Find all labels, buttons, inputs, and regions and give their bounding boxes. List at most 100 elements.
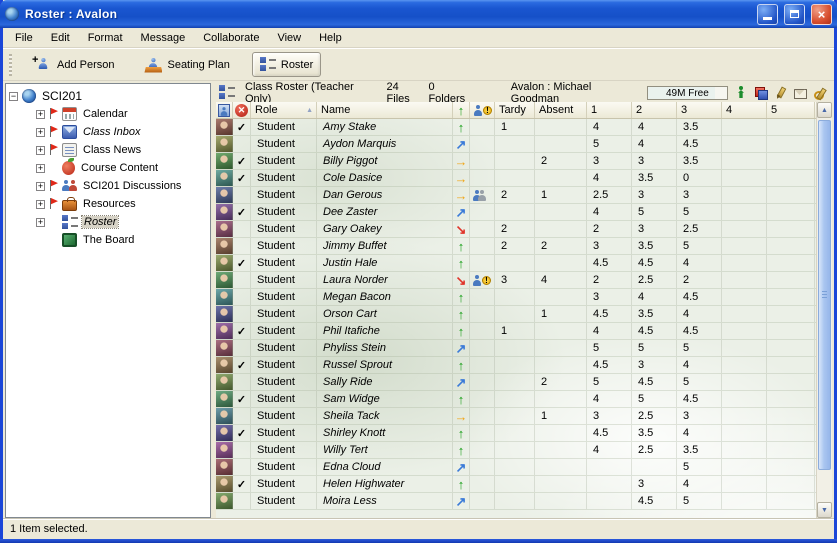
trend-right-icon: → — [455, 172, 468, 185]
table-row[interactable]: StudentDan Gerous→212.533 — [216, 187, 816, 204]
tree-item-sci201[interactable]: −SCI201 — [6, 87, 210, 105]
table-row[interactable]: ✓StudentDee Zaster↗455 — [216, 204, 816, 221]
table-row[interactable]: StudentEdna Cloud↗5 — [216, 459, 816, 476]
column-period-3[interactable]: 3 — [677, 102, 722, 118]
menu-format[interactable]: Format — [79, 30, 132, 46]
column-check[interactable]: ✕ — [233, 102, 251, 118]
period-1-cell: 5 — [587, 340, 632, 356]
toolbar: + Add Person Seating Plan Roster — [3, 48, 834, 81]
column-absent[interactable]: Absent — [535, 102, 587, 118]
student-photo — [216, 425, 233, 441]
table-row[interactable]: StudentMegan Bacon↑344.5 — [216, 289, 816, 306]
key-edit-icon[interactable] — [814, 86, 827, 99]
window-border-bottom — [0, 539, 837, 543]
table-row[interactable]: StudentGary Oakey↘2232.5 — [216, 221, 816, 238]
menu-view[interactable]: View — [268, 30, 310, 46]
trend-up-icon: ↑ — [458, 257, 465, 270]
absent-cell — [535, 221, 587, 237]
tree-item-label: Roster — [82, 216, 118, 228]
check-cell — [233, 493, 251, 509]
student-photo — [216, 493, 233, 509]
period-2-cell: 3.5 — [632, 238, 677, 254]
layers-icon[interactable] — [754, 86, 767, 99]
alert-cell — [470, 323, 495, 339]
table-row[interactable]: StudentMoira Less↗4.55 — [216, 493, 816, 510]
tree-item-label: Resources — [81, 198, 138, 210]
table-row[interactable]: StudentWilly Tert↑42.53.5 — [216, 442, 816, 459]
table-row[interactable]: StudentSheila Tack→132.53 — [216, 408, 816, 425]
column-period-5[interactable]: 5 — [767, 102, 815, 118]
tardy-cell — [495, 459, 535, 475]
minimize-button[interactable] — [757, 4, 778, 25]
scroll-down-button[interactable]: ▼ — [817, 502, 832, 518]
table-row[interactable]: ✓StudentShirley Knott↑4.53.54 — [216, 425, 816, 442]
status-bar: 1 Item selected. — [3, 518, 834, 539]
absent-cell — [535, 204, 587, 220]
close-button[interactable]: × — [811, 4, 832, 25]
tardy-cell — [495, 255, 535, 271]
toolbar-grip[interactable] — [9, 54, 12, 76]
column-name[interactable]: Name — [317, 102, 453, 118]
period-4-cell — [722, 374, 767, 390]
check-cell: ✓ — [233, 357, 251, 373]
menu-collaborate[interactable]: Collaborate — [194, 30, 268, 46]
tree-item-roster[interactable]: +Roster — [6, 213, 210, 231]
tree-item-the-board[interactable]: The Board — [6, 231, 210, 249]
alert-cell — [470, 374, 495, 390]
table-row[interactable]: StudentAydon Marquis↗544.5 — [216, 136, 816, 153]
column-role[interactable]: Role▲ — [251, 102, 317, 118]
tree-item-course-content[interactable]: +Course Content — [6, 159, 210, 177]
table-row[interactable]: StudentJimmy Buffet↑2233.55 — [216, 238, 816, 255]
pencil-icon[interactable] — [774, 86, 787, 99]
add-person-button[interactable]: + Add Person — [26, 52, 122, 78]
column-photo[interactable] — [216, 102, 233, 118]
menu-file[interactable]: File — [6, 30, 42, 46]
tree-item-class-inbox[interactable]: +Class Inbox — [6, 123, 210, 141]
seating-plan-button[interactable]: Seating Plan — [136, 52, 237, 78]
scroll-up-button[interactable]: ▲ — [817, 102, 832, 118]
tree-item-sci201-discussions[interactable]: +SCI201 Discussions — [6, 177, 210, 195]
folders-count: 0 Folders — [428, 81, 468, 105]
absent-cell — [535, 425, 587, 441]
column-alert[interactable]: ! — [470, 102, 495, 118]
table-row[interactable]: StudentSally Ride↗254.55 — [216, 374, 816, 391]
table-row[interactable]: StudentLaura Norder↘!3422.52 — [216, 272, 816, 289]
roster-button[interactable]: Roster — [252, 52, 321, 77]
column-period-4[interactable]: 4 — [722, 102, 767, 118]
scrollbar-thumb[interactable] — [818, 120, 831, 470]
column-trend[interactable]: ↑ — [453, 102, 470, 118]
menu-edit[interactable]: Edit — [42, 30, 79, 46]
tree-item-calendar[interactable]: +Calendar — [6, 105, 210, 123]
trend-up-right-icon: ↗ — [456, 342, 467, 355]
table-row[interactable]: ✓StudentSam Widge↑454.5 — [216, 391, 816, 408]
maximize-button[interactable] — [784, 4, 805, 25]
period-3-cell: 5 — [677, 459, 722, 475]
menu-help[interactable]: Help — [310, 30, 351, 46]
table-row[interactable]: ✓StudentPhil Itafiche↑144.54.5 — [216, 323, 816, 340]
tree-item-resources[interactable]: +Resources — [6, 195, 210, 213]
period-2-cell: 3 — [632, 187, 677, 203]
period-4-cell — [722, 357, 767, 373]
period-1-cell: 3 — [587, 238, 632, 254]
mail-edit-icon[interactable] — [794, 86, 807, 99]
column-tardy[interactable]: Tardy — [495, 102, 535, 118]
tree-item-class-news[interactable]: +Class News — [6, 141, 210, 159]
table-row[interactable]: ✓StudentCole Dasice→43.50 — [216, 170, 816, 187]
table-row[interactable]: ✓StudentJustin Hale↑4.54.54 — [216, 255, 816, 272]
column-period-2[interactable]: 2 — [632, 102, 677, 118]
alert-cell — [470, 136, 495, 152]
close-icon: × — [818, 7, 826, 22]
column-period-1[interactable]: 1 — [587, 102, 632, 118]
table-row[interactable]: StudentPhyliss Stein↗555 — [216, 340, 816, 357]
menu-message[interactable]: Message — [132, 30, 195, 46]
scrollbar-track[interactable] — [817, 118, 832, 502]
table-row[interactable]: ✓StudentBilly Piggot→2333.5 — [216, 153, 816, 170]
row-filler — [815, 238, 816, 254]
table-row[interactable]: ✓StudentRussel Sprout↑4.534 — [216, 357, 816, 374]
period-5-cell — [767, 340, 815, 356]
person-online-icon[interactable] — [734, 86, 747, 99]
table-row[interactable]: StudentOrson Cart↑14.53.54 — [216, 306, 816, 323]
period-5-cell — [767, 425, 815, 441]
table-row[interactable]: ✓StudentAmy Stake↑1443.5 — [216, 119, 816, 136]
table-row[interactable]: ✓StudentHelen Highwater↑34 — [216, 476, 816, 493]
